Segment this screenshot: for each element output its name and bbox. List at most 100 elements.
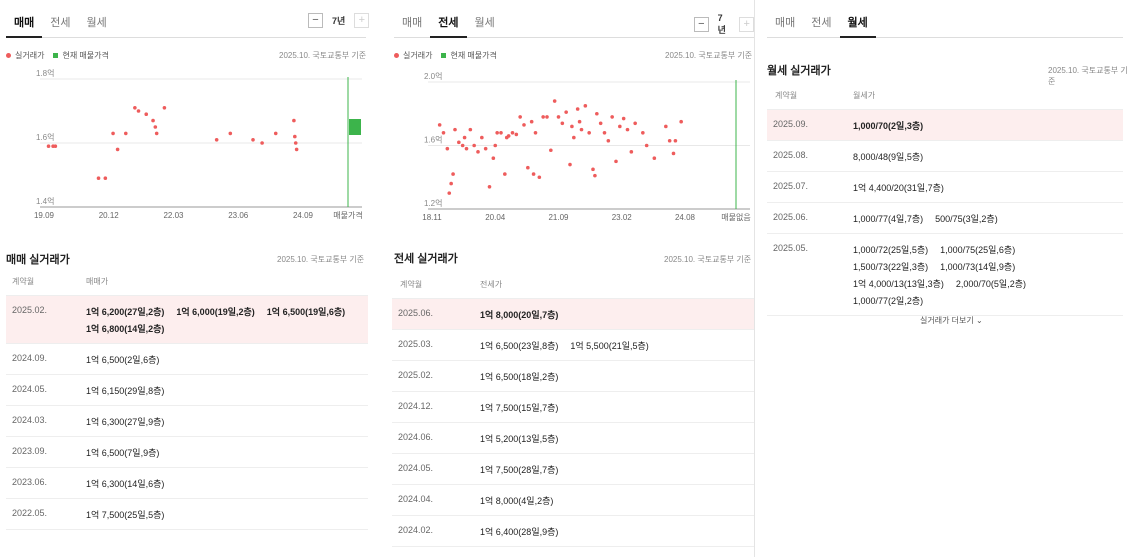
row-date: 2024.03. [12,415,48,425]
basis-text: 2025.10. 국토교통부 기준 [664,255,752,264]
data-point [633,121,637,126]
table-body: 2025.09. 1,000/70(2일,3층) 2025.08. 8,000/48(… [767,110,1123,316]
x-tick-label: 18.11 [422,213,442,222]
tab-wolse[interactable]: 월세 [79,8,115,37]
price-value: 1억 6,500(19일,6층) [266,307,346,317]
data-point [447,191,452,195]
period-plus-button[interactable]: + [739,17,754,32]
price-value: 1,000/77(4일,7층) [853,214,924,224]
data-point [154,131,159,136]
data-point [577,119,582,124]
price-value: 1억 6,500(18일,2층) [480,372,559,382]
data-point [293,134,297,139]
table-row: 2025.03. 1억 6,500(23일,8층) 1억 5,500(21일,5층) [392,330,754,361]
table-row: 2024.12. 1억 7,500(15일,7층) [392,392,754,423]
data-point [153,125,158,129]
row-values: 1억 7,500(28일,7층) [480,463,750,476]
price-value: 1,000/75(25일,6층) [940,245,1016,255]
tab-sale[interactable]: 매매 [394,8,430,37]
tab-wolse[interactable]: 월세 [839,8,877,38]
y-tick-label: 2.0억 [424,71,442,81]
data-point [123,131,128,136]
y-tick-label: 1.4억 [36,196,54,206]
sale-section-title: 매매 실거래가 [6,254,70,266]
data-point [652,156,657,160]
data-point [506,134,511,138]
data-point [96,176,101,180]
data-point [606,138,611,143]
data-point [468,127,473,132]
sale-chart-svg: 1.8억 1.6억 1.4억 19.09 20.12 22.03 23.06 24.09 매물가… [34,68,363,220]
data-point [449,181,453,186]
table-row: 2024.09. 1억 6,500(2일,6층) [6,344,368,375]
table-row: 2022.05. 1억 7,500(25일,5층) [6,499,368,530]
data-point [595,111,599,116]
data-point [487,184,492,189]
row-date: 2024.05. [12,384,48,394]
tab-sale[interactable]: 매매 [767,8,803,37]
row-values: 1억 8,000(20일,7층) [480,308,750,321]
table-row: 2023.11.1억 7,300(4일,8층) [392,547,754,557]
data-point [294,147,299,152]
data-point [493,143,498,148]
price-value: 1,500/73(22일,3층) [853,262,929,272]
data-point [144,112,149,116]
price-value: 1억 8,000(20일,7층) [480,310,559,320]
actual-dot-icon [6,53,11,58]
wolse-panel: 매매 전세 월세 월세 실거래가 2025.10. 국토교통부 기준 계약월 월… [754,0,1128,557]
tab-jeonse[interactable]: 전세 [803,8,839,37]
row-date: 2025.03. [398,339,434,349]
data-point [591,167,595,172]
row-values: 1억 6,500(2일,6층) [86,353,346,366]
table-row: 2025.06. 1억 8,000(20일,7층) [392,299,754,330]
table-row: 2025.07. 1억 4,400/20(31일,7층) [767,172,1123,203]
data-point [629,150,634,154]
tab-jeonse[interactable]: 전세 [42,8,78,37]
row-values: 1억 6,400(28일,9층) [480,525,750,538]
tab-wolse[interactable]: 월세 [467,8,503,37]
price-value: 1억 7,500(25일,5층) [86,510,165,520]
data-point [503,172,507,176]
table-row: 2025.02. 1억 6,200(27일,2층) 1억 6,000(19일,2층)… [6,296,368,344]
data-point [610,115,614,119]
tab-sale[interactable]: 매매 [6,8,43,38]
more-button[interactable]: 실거래가 더보기 ⌄ [920,315,983,326]
period-plus-button[interactable]: + [354,13,370,28]
table-row: 2024.04. 1억 8,000(4일,2층) [392,485,754,516]
sale-chart: 1.8억 1.6억 1.4억 19.09 20.12 22.03 23.06 24.09 매물가… [0,66,380,229]
price-value: 1억 8,000(4일,2층) [480,496,554,506]
data-point [541,115,545,119]
x-tick-label: 23.06 [228,211,249,220]
data-point [476,150,480,154]
row-date: 2024.05. [398,463,434,473]
data-point [621,116,626,121]
data-point [679,119,683,124]
data-point [464,146,469,151]
market-price-bar [349,119,361,135]
tab-jeonse[interactable]: 전세 [430,8,467,38]
x-tick-label: 23.02 [612,213,633,222]
price-value: 1억 6,500(23일,8층) [480,341,559,351]
table-row: 2025.09. 1,000/70(2일,3층) [767,110,1123,141]
price-value: 1억 6,000(19일,2층) [176,307,255,317]
row-date: 2025.06. [773,212,809,222]
legend-actual: 실거래가 [403,51,433,60]
data-point [115,147,120,152]
price-value: 1억 7,500(28일,7층) [480,465,559,475]
data-point [491,156,496,160]
data-point [598,121,603,126]
data-point [572,135,576,140]
x-tick-label: 20.04 [485,213,506,222]
period-minus-button[interactable]: − [694,17,709,32]
y-tick-label: 1.2억 [424,198,442,208]
period-minus-button[interactable]: − [308,13,323,28]
price-value: 1억 6,200(27일,2층) [86,307,165,317]
table-row: 2024.05. 1억 7,500(28일,7층) [392,454,754,485]
price-value: 1억 4,000/13(13일,3층) [853,279,944,289]
table-row: 2024.03. 1억 6,300(27일,9층) [6,406,368,437]
data-point [437,123,442,127]
table-row: 2024.06. 1억 5,200(13일,5층) [392,423,754,454]
data-point [457,140,461,145]
header-date: 계약월 [12,277,35,286]
x-tick-label: 24.09 [293,211,314,220]
